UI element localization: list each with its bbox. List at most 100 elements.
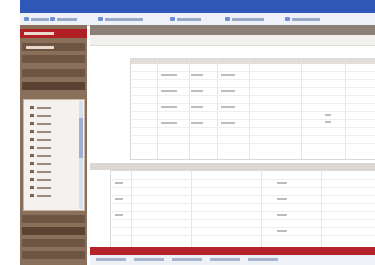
- grid-row-line: [131, 135, 375, 136]
- sidebar: [20, 25, 87, 265]
- tree-item-label: [37, 178, 51, 181]
- folder-icon: [30, 130, 34, 133]
- home-icon: [98, 17, 103, 21]
- print-label: [177, 17, 201, 21]
- sidebar-item-6[interactable]: [22, 227, 85, 235]
- folder-icon: [30, 106, 34, 109]
- sidebar-item-8[interactable]: [22, 251, 85, 259]
- grid-column-divider: [217, 59, 218, 159]
- tree-item[interactable]: [30, 186, 51, 189]
- tree-item-label: [37, 186, 51, 189]
- upper-data-grid: [130, 58, 375, 160]
- sidebar-item-3[interactable]: [22, 69, 85, 77]
- table-cell: [221, 90, 235, 92]
- tree-item-label: [37, 122, 51, 125]
- table-cell: [277, 230, 287, 232]
- grid-row-line: [131, 127, 375, 128]
- tree-item-label: [37, 194, 51, 197]
- tree-item-label: [37, 146, 51, 149]
- tree-item[interactable]: [30, 178, 51, 181]
- forward-label: [57, 17, 77, 21]
- grid-row-line: [131, 143, 375, 144]
- main-content: [90, 25, 375, 265]
- status-bar: [90, 255, 375, 265]
- folder-icon: [30, 170, 34, 173]
- status-item: [172, 258, 202, 261]
- folder-icon: [30, 146, 34, 149]
- tree-item-label: [37, 170, 51, 173]
- sidebar-item-5[interactable]: [22, 215, 85, 223]
- status-item: [210, 258, 240, 261]
- grid-row-line: [131, 87, 375, 88]
- grid-row-line: [111, 195, 375, 196]
- status-item: [134, 258, 164, 261]
- sidebar-item-1[interactable]: [22, 43, 85, 51]
- folder-icon: [30, 162, 34, 165]
- grid-row-line: [131, 79, 375, 80]
- grid-row-line: [131, 119, 375, 120]
- grid-column-divider: [157, 59, 158, 159]
- table-cell: [115, 214, 123, 216]
- grid-row-line: [131, 103, 375, 104]
- sidebar-header[interactable]: [20, 29, 87, 38]
- grid-row-line: [111, 235, 375, 236]
- grid-row-line: [111, 179, 375, 180]
- tree-item[interactable]: [30, 146, 51, 149]
- tree-item[interactable]: [30, 194, 51, 197]
- tree-item[interactable]: [30, 122, 51, 125]
- table-cell: [161, 74, 177, 76]
- content-header: [90, 25, 375, 35]
- window-title-bar: [20, 0, 375, 13]
- upper-grid-header: [131, 59, 375, 64]
- tree-item[interactable]: [30, 114, 51, 117]
- folder-icon: [30, 154, 34, 157]
- grid-row-line: [131, 95, 375, 96]
- forward-button[interactable]: [50, 17, 77, 21]
- grid-column-divider: [189, 59, 190, 159]
- sidebar-item-2[interactable]: [22, 55, 85, 63]
- home-button[interactable]: [98, 17, 143, 21]
- table-cell: [221, 74, 235, 76]
- table-cell: [277, 198, 287, 200]
- back-label: [31, 17, 49, 21]
- sidebar-item-1-label: [26, 46, 54, 49]
- table-cell: [325, 114, 331, 116]
- tree-item-label: [37, 114, 51, 117]
- table-cell: [221, 106, 235, 108]
- table-cell: [221, 122, 235, 124]
- forward-icon: [50, 17, 55, 21]
- folder-tree: [23, 99, 85, 211]
- table-cell: [161, 90, 177, 92]
- folder-icon: [30, 122, 34, 125]
- back-button[interactable]: [24, 17, 49, 21]
- table-cell: [277, 182, 287, 184]
- tree-item[interactable]: [30, 154, 51, 157]
- tree-scrollbar-thumb[interactable]: [79, 118, 83, 158]
- print-button[interactable]: [170, 17, 201, 21]
- table-cell: [191, 122, 203, 124]
- refresh-label: [232, 17, 264, 21]
- tree-item-label: [37, 154, 51, 157]
- grid-row-line: [111, 203, 375, 204]
- grid-row-line: [131, 111, 375, 112]
- tree-item[interactable]: [30, 162, 51, 165]
- help-button[interactable]: [285, 17, 320, 21]
- table-cell: [191, 106, 203, 108]
- sidebar-item-7[interactable]: [22, 239, 85, 247]
- tree-item[interactable]: [30, 106, 51, 109]
- grid-row-line: [111, 219, 375, 220]
- table-cell: [161, 106, 177, 108]
- sidebar-item-4[interactable]: [22, 82, 85, 90]
- grid-row-line: [111, 187, 375, 188]
- folder-icon: [30, 138, 34, 141]
- table-cell: [115, 198, 123, 200]
- tab-bar: [90, 35, 375, 46]
- tree-item[interactable]: [30, 170, 51, 173]
- tree-item-label: [37, 138, 51, 141]
- lower-grid-header-bar: [90, 163, 375, 170]
- tree-item[interactable]: [30, 130, 51, 133]
- tree-item-label: [37, 162, 51, 165]
- tree-item[interactable]: [30, 138, 51, 141]
- refresh-icon: [225, 17, 230, 21]
- refresh-button[interactable]: [225, 17, 264, 21]
